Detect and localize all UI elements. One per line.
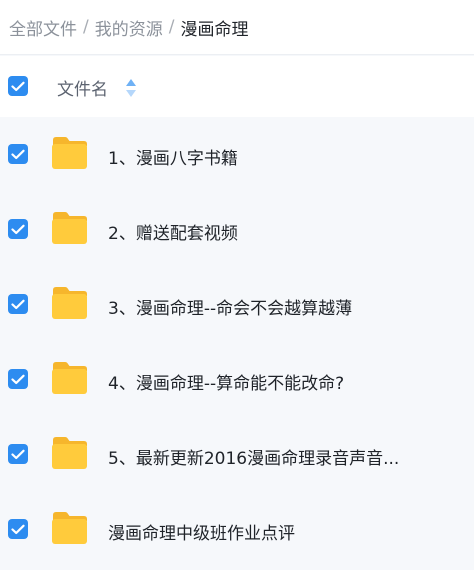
file-name[interactable]: 1、漫画八字书籍 — [108, 144, 238, 169]
row-checkbox[interactable] — [8, 369, 28, 389]
folder-icon — [52, 362, 87, 394]
check-icon — [11, 524, 25, 534]
folder-icon — [52, 137, 87, 169]
list-item[interactable]: 漫画命理中级班作业点评 — [0, 492, 474, 567]
check-icon — [11, 149, 25, 159]
file-name[interactable]: 漫画命理中级班作业点评 — [108, 519, 295, 544]
breadcrumb-current: 漫画命理 — [180, 19, 249, 40]
folder-icon — [52, 212, 87, 244]
row-checkbox[interactable] — [8, 444, 28, 464]
file-name[interactable]: 3、漫画命理--命会不会越算越薄 — [108, 294, 352, 319]
list-item[interactable]: 1、漫画八字书籍 — [0, 117, 474, 192]
row-checkbox[interactable] — [8, 519, 28, 539]
file-name[interactable]: 2、赠送配套视频 — [108, 219, 238, 244]
breadcrumb-my-resources[interactable]: 我的资源 — [95, 15, 163, 40]
check-icon — [11, 374, 25, 384]
check-icon — [11, 299, 25, 309]
breadcrumb-separator: / — [83, 17, 89, 37]
row-checkbox[interactable] — [8, 219, 28, 239]
folder-icon — [52, 437, 87, 469]
breadcrumb-separator: / — [168, 17, 175, 37]
list-item[interactable]: 3、漫画命理--命会不会越算越薄 — [0, 267, 474, 342]
file-list: 1、漫画八字书籍 2、赠送配套视频 3、漫画命理--命会不会越算越薄 4、漫画命… — [0, 117, 474, 567]
file-name[interactable]: 4、漫画命理--算命能不能改命? — [108, 369, 344, 394]
breadcrumb-all-files[interactable]: 全部文件 — [9, 15, 77, 40]
file-browser: 全部文件 / 我的资源 / 漫画命理 文件名 1、漫画八字书籍 2、赠送配套视频… — [0, 0, 474, 570]
row-checkbox[interactable] — [8, 294, 28, 314]
folder-icon — [52, 512, 87, 544]
breadcrumb: 全部文件 / 我的资源 / 漫画命理 — [0, 0, 474, 55]
list-item[interactable]: 2、赠送配套视频 — [0, 192, 474, 267]
select-all-checkbox[interactable] — [8, 76, 28, 96]
list-header: 文件名 — [0, 56, 474, 117]
check-icon — [11, 81, 25, 91]
sort-icon[interactable] — [125, 78, 137, 98]
check-icon — [11, 449, 25, 459]
folder-icon — [52, 287, 87, 319]
list-item[interactable]: 5、最新更新2016漫画命理录音声音... — [0, 417, 474, 492]
row-checkbox[interactable] — [8, 144, 28, 164]
check-icon — [11, 224, 25, 234]
file-name[interactable]: 5、最新更新2016漫画命理录音声音... — [108, 444, 399, 469]
column-title-filename[interactable]: 文件名 — [57, 75, 108, 100]
list-item[interactable]: 4、漫画命理--算命能不能改命? — [0, 342, 474, 417]
